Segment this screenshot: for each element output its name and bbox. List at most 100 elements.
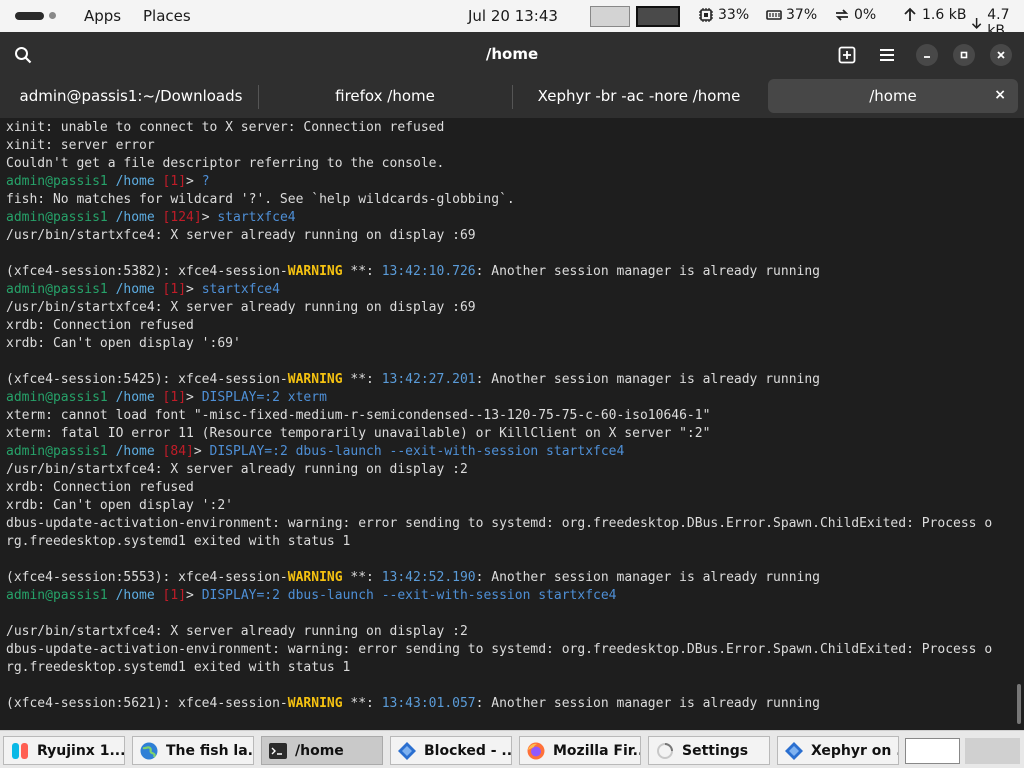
terminal-prompt-line: admin@passis1 /home [1]> DISPLAY=:2 dbus… [6,588,617,603]
tab-xephyr[interactable]: Xephyr -br -ac -nore /home [514,79,764,113]
warning-level: WARNING [287,696,343,711]
terminal-line: xinit: unable to connect to X server: Co… [6,120,445,135]
tab-label: firefox /home [335,87,435,105]
prompt-status: [124] [162,210,202,225]
firefox-icon [527,742,545,759]
prompt-command: startxfce4 [217,210,296,225]
task-blocked[interactable]: Blocked - ... [390,736,512,765]
pager-workspace-1[interactable] [905,738,960,764]
pager-workspace-2[interactable] [965,738,1020,764]
net-up-value: 1.6 kB [922,7,967,23]
task-label: Blocked - ... [424,742,512,759]
task-label: Xephyr on ... [811,742,898,759]
task-firefox[interactable]: Mozilla Fir... [519,736,641,765]
swap-indicator[interactable]: 0% [834,7,876,23]
places-menu[interactable]: Places [143,7,191,25]
warning-time: 13:42:52.190 [381,570,476,585]
prompt-status: [1] [162,174,187,189]
close-icon [990,44,1012,66]
apps-menu[interactable]: Apps [84,7,121,25]
prompt-path: /home [115,174,155,189]
terminal-line: rg.freedesktop.systemd1 exited with stat… [6,534,351,549]
terminal-prompt-line: admin@passis1 /home [84]> DISPLAY=:2 dbu… [6,444,625,459]
warning-message: : Another session manager is already run… [475,264,820,279]
settings-spinner-icon [657,742,673,759]
tab-close-icon[interactable]: × [994,87,1006,103]
main-menu-button[interactable] [875,43,899,67]
warning-time: 13:42:10.726 [381,264,476,279]
terminal-headerbar: /home [0,32,1024,77]
scrollbar-thumb[interactable] [1017,684,1021,724]
workspace-dot-indicator[interactable] [49,12,56,19]
hamburger-menu-icon [880,49,894,61]
warning-source: (xfce4-session:5553): xfce4-session- [6,570,288,585]
swap-arrows-icon [835,9,849,21]
prompt-path: /home [115,390,155,405]
terminal-prompt-line: admin@passis1 /home [1]> ? [6,174,210,189]
task-label: The fish la... [166,742,254,759]
tab-label: /home [869,87,917,105]
terminal-line: /usr/bin/startxfce4: X server already ru… [6,624,468,639]
warning-level: WARNING [287,570,343,585]
warning-stars: **: [342,696,382,711]
task-settings[interactable]: Settings [648,736,770,765]
activities-workspace-indicator[interactable] [15,12,44,20]
terminal-line: xterm: fatal IO error 11 (Resource tempo… [6,426,711,441]
tab-label: admin@passis1:~/Downloads [19,87,243,105]
clock[interactable]: Jul 20 13:43 [468,7,558,25]
close-button[interactable] [989,43,1013,67]
tab-bar: admin@passis1:~/Downloads firefox /home … [0,77,1024,118]
tab-home[interactable]: /home × [768,79,1018,113]
cpu-indicator[interactable]: 33% [698,7,749,23]
tab-separator [258,85,259,109]
tab-label: Xephyr -br -ac -nore /home [537,87,741,105]
terminal-icon [269,742,287,759]
warning-source: (xfce4-session:5382): xfce4-session- [6,264,288,279]
terminal-line: xrdb: Connection refused [6,480,194,495]
workspace-2[interactable] [636,6,680,27]
new-tab-button[interactable] [835,43,859,67]
terminal-line: /usr/bin/startxfce4: X server already ru… [6,462,468,477]
net-upload-indicator[interactable]: 1.6 kB [902,7,966,23]
prompt-path: /home [115,444,155,459]
prompt-command: DISPLAY=:2 dbus-launch --exit-with-sessi… [201,588,617,603]
task-ryujinx[interactable]: Ryujinx 1.... [3,736,125,765]
terminal-view[interactable]: xinit: unable to connect to X server: Co… [0,118,1024,730]
terminal-line: xrdb: Can't open display ':69' [6,336,241,351]
warning-level: WARNING [287,372,343,387]
arrow-down-icon [971,18,982,30]
terminal-line: xrdb: Can't open display ':2' [6,498,233,513]
terminal-line: xrdb: Connection refused [6,318,194,333]
terminal-line: xterm: cannot load font "-misc-fixed-med… [6,408,711,423]
memory-indicator[interactable]: 37% [766,7,817,23]
prompt-user: admin@passis1 [6,588,108,603]
taskbar: Ryujinx 1.... The fish la... /home Block… [0,730,1024,768]
task-label: /home [295,742,344,759]
warning-source: (xfce4-session:5621): xfce4-session- [6,696,288,711]
prompt-user: admin@passis1 [6,282,108,297]
memory-icon [766,10,782,20]
terminal-line: Couldn't get a file descriptor referring… [6,156,445,171]
maximize-button[interactable] [952,43,976,67]
tab-firefox[interactable]: firefox /home [260,79,510,113]
task-xephyr[interactable]: Xephyr on ... [777,736,899,765]
task-fish-docs[interactable]: The fish la... [132,736,254,765]
maximize-icon [953,44,975,66]
prompt-command: DISPLAY=:2 dbus-launch --exit-with-sessi… [209,444,625,459]
globe-icon [140,742,158,759]
prompt-command: startxfce4 [201,282,280,297]
warning-time: 13:43:01.057 [381,696,476,711]
warning-stars: **: [342,570,382,585]
warning-level: WARNING [287,264,343,279]
prompt-status: [1] [162,390,187,405]
terminal-line: /usr/bin/startxfce4: X server already ru… [6,300,476,315]
workspace-1[interactable] [590,6,630,27]
minimize-button[interactable] [915,43,939,67]
warning-source: (xfce4-session:5425): xfce4-session- [6,372,288,387]
terminal-prompt-line: admin@passis1 /home [124]> startxfce4 [6,210,296,225]
tab-downloads[interactable]: admin@passis1:~/Downloads [6,79,256,113]
prompt-status: [84] [162,444,194,459]
task-home-terminal[interactable]: /home [261,736,383,765]
ryujinx-icon [12,742,28,759]
